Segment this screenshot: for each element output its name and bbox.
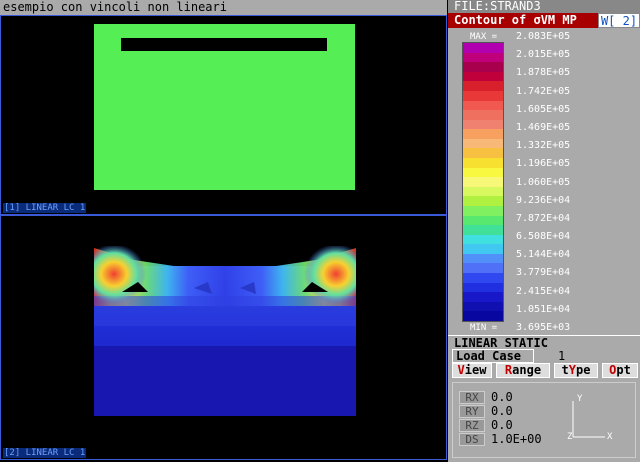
legend-swatch [463, 292, 503, 303]
rotation-z-row: RZ 0.0 [459, 419, 569, 433]
legend-swatch [463, 234, 503, 245]
legend-swatch [463, 186, 503, 197]
legend-value: 5.144E+04 [516, 249, 571, 261]
load-case-value: 1 [558, 349, 566, 363]
opt-menu-button[interactable]: Opt [602, 363, 638, 378]
legend-swatch [463, 167, 503, 178]
rotation-y-row: RY 0.0 [459, 405, 569, 419]
legend-min-tag: MIN = [470, 323, 498, 333]
legend-swatch [463, 52, 503, 63]
file-label: FILE:STRAND3 [448, 0, 640, 13]
contour-legend: MAX = MIN = 2.083E+05 2.015E+05 1.878E+05 1… [448, 28, 640, 335]
menu-bar: View Range tYpe Opt [448, 363, 640, 378]
axis-x-label: X [607, 432, 613, 442]
legend-value: 1.051E+04 [516, 303, 571, 315]
legend-value: 3.695E+03 [516, 322, 571, 333]
legend-value: 2.415E+04 [516, 285, 571, 297]
legend-value: 1.060E+05 [516, 176, 571, 188]
legend-swatch [463, 138, 503, 149]
legend-swatch [463, 253, 503, 264]
legend-swatch [463, 110, 503, 121]
legend-swatch [463, 205, 503, 217]
rotation-x-value: 0.0 [491, 390, 513, 404]
legend-swatch [463, 158, 503, 169]
legend-swatch [463, 177, 503, 188]
legend-swatch [463, 301, 503, 312]
rotation-y-key[interactable]: RY [459, 405, 485, 418]
legend-swatch [463, 90, 503, 101]
legend-value: 3.779E+04 [516, 267, 571, 279]
window-badge[interactable]: W[ 2] [598, 13, 640, 28]
legend-value: 1.196E+05 [516, 158, 571, 170]
legend-swatch [463, 71, 503, 82]
part-slot [121, 38, 327, 51]
legend-swatch [463, 81, 503, 92]
contour-plot [94, 246, 356, 416]
legend-swatch [463, 100, 503, 111]
legend-value: 1.742E+05 [516, 85, 571, 97]
legend-value: 1.878E+05 [516, 67, 571, 79]
analysis-type: LINEAR STATIC [448, 335, 640, 350]
legend-swatch [463, 225, 503, 236]
axis-z-label: Z [567, 432, 573, 442]
legend-swatch [463, 273, 503, 284]
legend-swatch [463, 148, 503, 159]
rotation-x-key[interactable]: RX [459, 391, 485, 404]
legend-swatch [463, 129, 503, 140]
load-case-row: Load Case 1 [448, 349, 640, 363]
legend-swatch [463, 244, 503, 255]
legend-value: 2.083E+05 [516, 31, 571, 42]
legend-swatch [463, 119, 503, 130]
legend-swatch [463, 62, 503, 73]
view-menu-button[interactable]: View [452, 363, 492, 378]
legend-max-tag: MAX = [470, 32, 498, 42]
view-parameters: RX 0.0 RY 0.0 RZ 0.0 DS 1.0E+00 Y Z X [452, 382, 636, 458]
legend-value: 6.508E+04 [516, 231, 571, 243]
display-scale-row: DS 1.0E+00 [459, 433, 569, 447]
legend-value: 1.469E+05 [516, 121, 571, 133]
viewport-1[interactable]: [1] LINEAR LC 1 [0, 15, 447, 215]
display-scale-value: 1.0E+00 [491, 432, 542, 446]
contour-title: Contour of σVM MP [448, 13, 598, 28]
legend-value: 1.605E+05 [516, 103, 571, 115]
legend-value: 1.332E+05 [516, 140, 571, 152]
legend-swatch [463, 43, 503, 54]
control-panel: FILE:STRAND3 Contour of σVM MP W[ 2] MAX… [448, 0, 640, 462]
window-title: esempio con vincoli non lineari [0, 0, 447, 15]
legend-value: 9.236E+04 [516, 194, 571, 206]
undeformed-part [94, 24, 355, 190]
type-menu-button[interactable]: tYpe [554, 363, 598, 378]
load-case-button[interactable]: Load Case [452, 349, 534, 363]
display-scale-key[interactable]: DS [459, 433, 485, 446]
viewport-1-tag: [1] LINEAR LC 1 [3, 203, 87, 213]
legend-swatch [463, 263, 503, 274]
viewport-2-tag: [2] LINEAR LC 1 [3, 448, 87, 458]
viewport-2[interactable]: [2] LINEAR LC 1 [0, 215, 447, 460]
legend-swatch [463, 282, 503, 293]
range-menu-button[interactable]: Range [496, 363, 550, 378]
legend-value: 7.872E+04 [516, 212, 571, 224]
legend-swatch [463, 196, 503, 207]
legend-swatch [463, 311, 503, 322]
rotation-x-row: RX 0.0 [459, 391, 569, 405]
rotation-z-key[interactable]: RZ [459, 419, 485, 432]
legend-value: 2.015E+05 [516, 49, 571, 61]
legend-swatch [463, 215, 503, 226]
rotation-z-value: 0.0 [491, 418, 513, 432]
axis-y-label: Y [577, 394, 583, 404]
rotation-y-value: 0.0 [491, 404, 513, 418]
legend-color-bar [462, 42, 504, 322]
